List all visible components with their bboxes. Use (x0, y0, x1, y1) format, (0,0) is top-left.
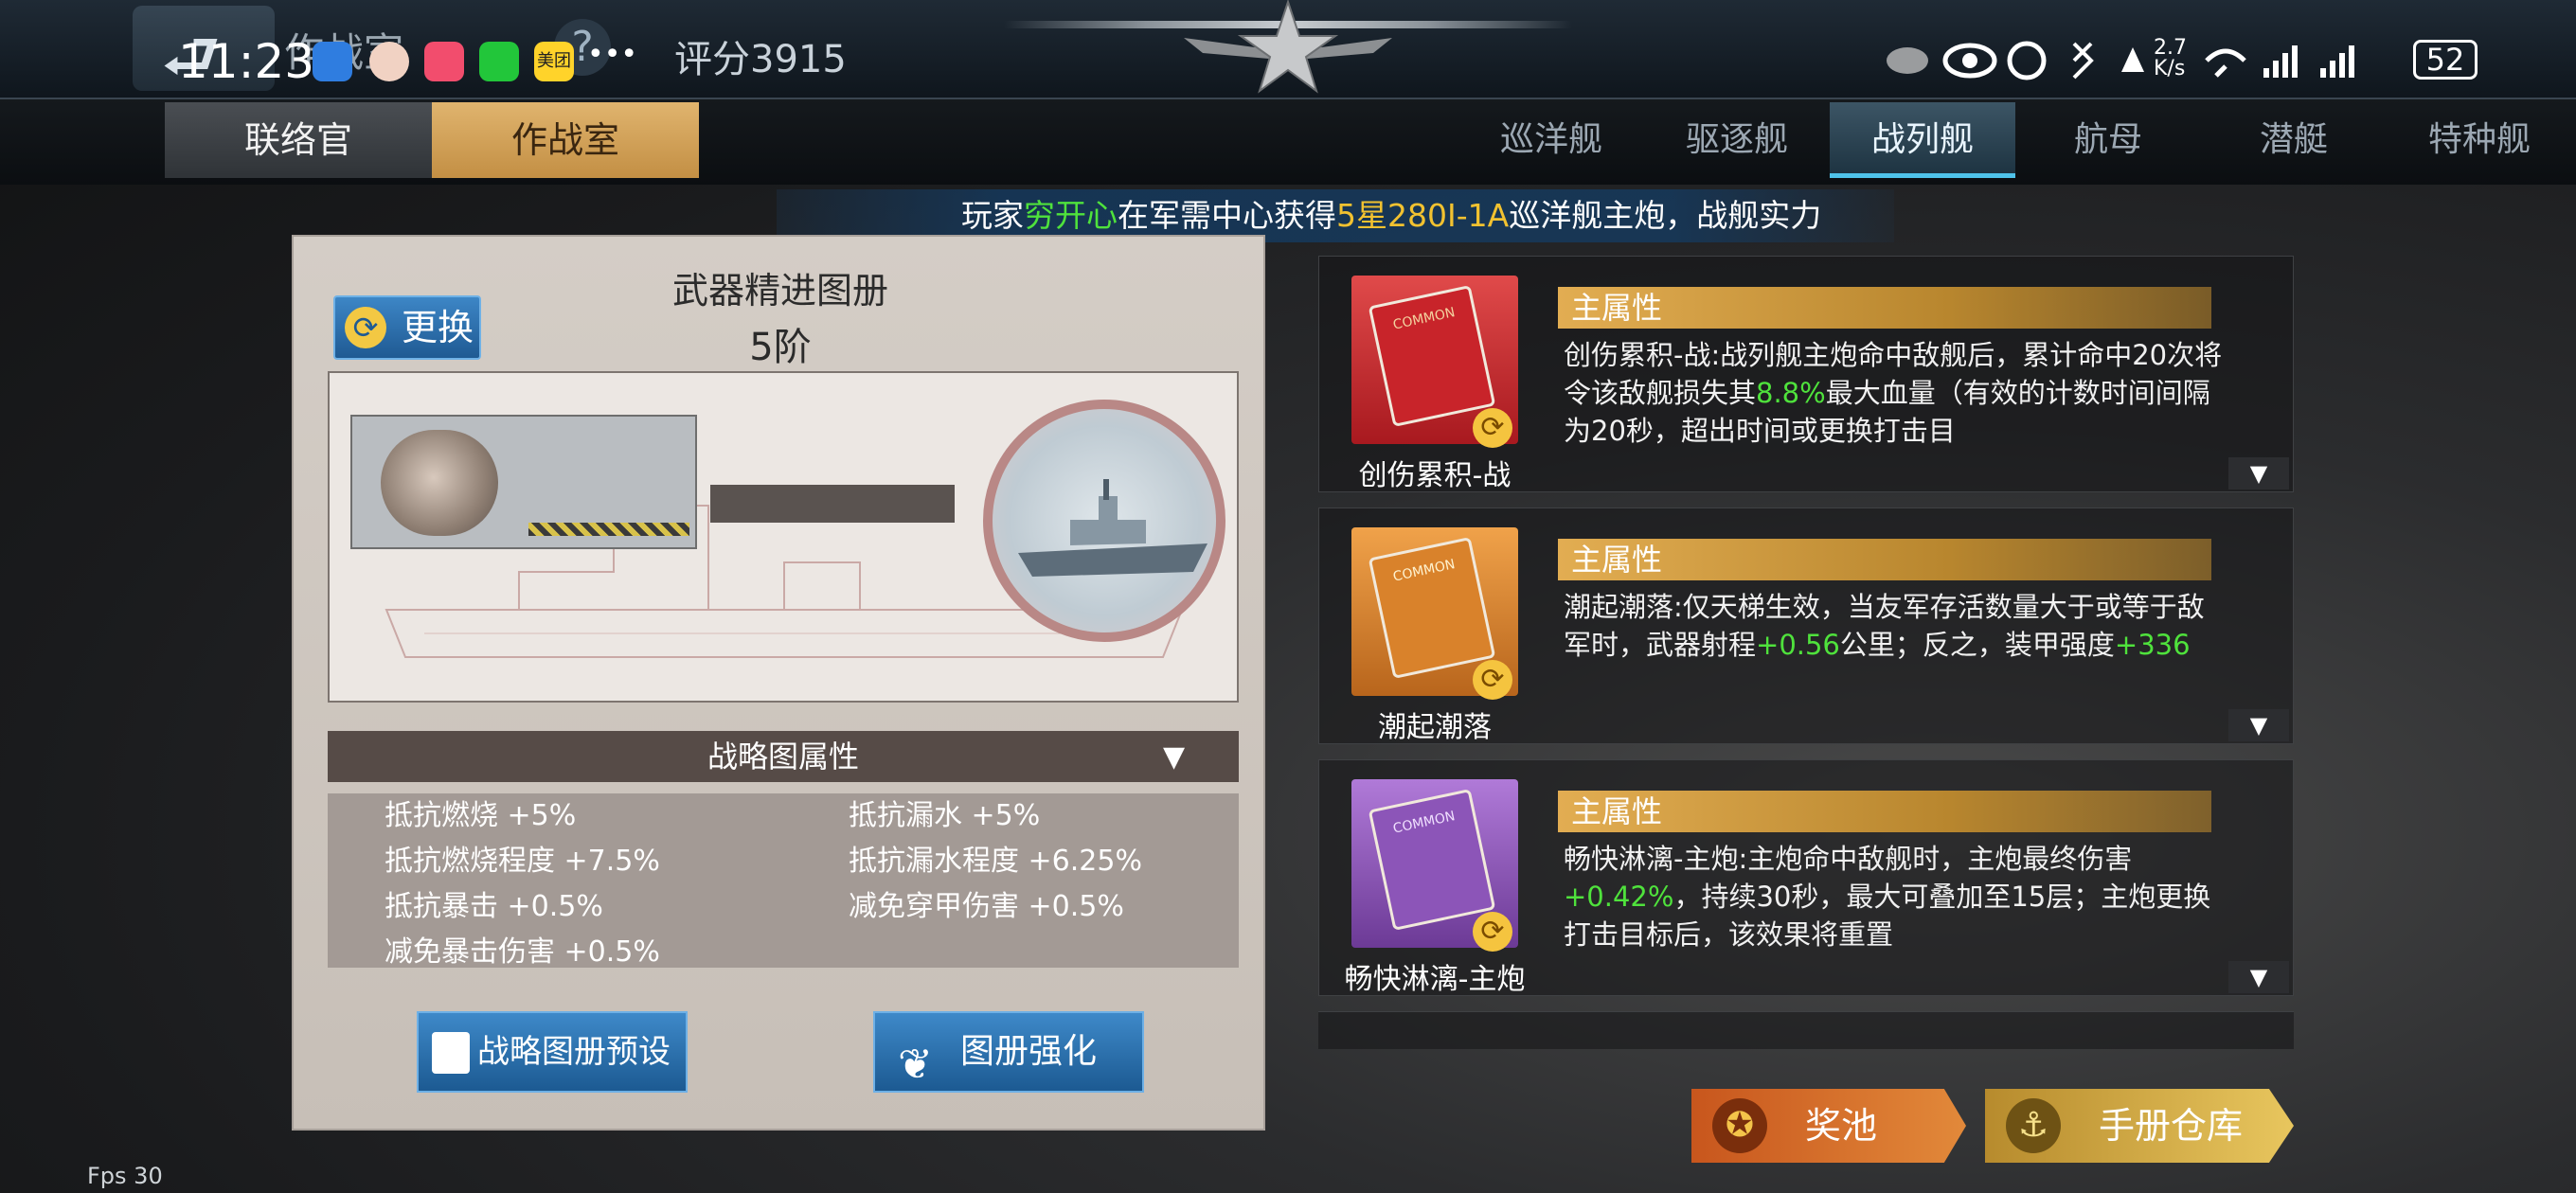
net-speed: 2.7 K/s (2154, 36, 2187, 80)
attribute-list: 抵抗燃烧 +5% 抵抗漏水 +5% 抵抗燃烧程度 +7.5% 抵抗漏水程度 +6… (328, 793, 1239, 968)
sync-icon[interactable]: ⟳ (1473, 408, 1512, 448)
tab-carrier[interactable]: 航母 (2015, 102, 2201, 178)
attribute-item: 抵抗漏水程度 +6.25% (849, 845, 1142, 878)
main-attribute-label: 主属性 (1558, 287, 2211, 329)
status-icons (1887, 41, 2354, 80)
book-cover: COMMON (1368, 536, 1496, 680)
attribute-item: 抵抗暴击 +0.5% (385, 890, 603, 923)
warehouse-icon: ⚓ (2006, 1098, 2061, 1153)
attribute-item: 减免穿甲伤害 +0.5% (849, 890, 1124, 923)
atlas-preset-button[interactable]: 战略图册预设 (417, 1011, 688, 1093)
tab-war-room[interactable]: 作战室 (432, 102, 699, 178)
attribute-header[interactable]: 战略图属性 (328, 731, 1239, 782)
medal-icon: ✪ (1712, 1098, 1767, 1153)
manual-name: 潮起潮落 (1378, 711, 1492, 744)
manual-book-purple-icon: COMMON ⟳ (1351, 779, 1518, 952)
score-label: 评分3915 (674, 38, 847, 81)
pool-label: 奖池 (1805, 1105, 1878, 1147)
expand-arrow-icon[interactable]: ▼ (2228, 709, 2289, 741)
battery-indicator: 52 (2413, 40, 2478, 80)
avatar-icon (369, 42, 409, 81)
manual-card[interactable]: COMMON ⟳ 潮起潮落 主属性 潮起潮落:仅天梯生效，当友军存活数量大于或等… (1318, 507, 2294, 744)
star-emblem-icon (1184, 0, 1392, 94)
turret-image-box (350, 415, 697, 549)
atlas-panel: 武器精进图册 5阶 ⟳ 更换 战略图属性 ▼ 抵抗燃烧 +5% 抵抗漏水 +5%… (292, 235, 1265, 1131)
manual-description: 创伤累积-战:战列舰主炮命中敌舰后，累计命中20次将令该敌舰损失其8.8%最大血… (1564, 339, 2223, 447)
wechat-icon (479, 42, 519, 81)
atlas-enhance-button[interactable]: ❦ 图册强化 (873, 1011, 1144, 1093)
fps-counter: Fps 30 (87, 1163, 163, 1189)
preset-label: 战略图册预设 (477, 1033, 671, 1071)
tab-battleship[interactable]: 战列舰 (1830, 102, 2015, 178)
attribute-item: 抵抗漏水 +5% (849, 799, 1041, 832)
app-blue-icon (313, 42, 352, 81)
sync-icon[interactable]: ⟳ (1473, 660, 1512, 700)
attribute-item: 抵抗燃烧 +5% (385, 799, 577, 832)
swap-button[interactable]: ⟳ 更换 (333, 295, 481, 360)
manual-card-partial (1318, 1011, 2294, 1049)
tab-cruiser[interactable]: 巡洋舰 (1458, 102, 1644, 178)
refresh-icon: ⟳ (345, 307, 386, 348)
dropdown-arrow-icon[interactable]: ▼ (1163, 740, 1185, 774)
manual-name: 畅快淋漓-主炮 (1344, 963, 1526, 996)
manual-description: 畅快淋漓-主炮:主炮命中敌舰时，主炮最终伤害+0.42%，持续30秒，最大可叠加… (1564, 843, 2211, 951)
attribute-item: 减免暴击伤害 +0.5% (385, 935, 660, 968)
manual-card[interactable]: COMMON ⟳ 畅快淋漓-主炮 主属性 畅快淋漓-主炮:主炮命中敌舰时，主炮最… (1318, 759, 2294, 996)
more-notifications-icon: ••• (587, 38, 638, 71)
sprout-icon: ❦ (898, 1041, 933, 1089)
swap-label: 更换 (402, 307, 474, 348)
tab-special[interactable]: 特种舰 (2387, 102, 2572, 178)
status-time: 11:23 (178, 34, 315, 89)
ship-name-bar (710, 485, 955, 523)
turret-icon (381, 430, 498, 536)
manual-name: 创伤累积-战 (1358, 459, 1512, 492)
hazard-stripe (528, 523, 689, 536)
battleship-icon (1018, 479, 1208, 577)
manual-card[interactable]: COMMON ⟳ 创伤累积-战 主属性 创伤累积-战:战列舰主炮命中敌舰后，累计… (1318, 256, 2294, 492)
manual-description: 潮起潮落:仅天梯生效，当友军存活数量大于或等于敌军时，武器射程+0.56公里；反… (1564, 591, 2205, 661)
enhance-label: 图册强化 (960, 1032, 1098, 1071)
warehouse-label: 手册仓库 (2099, 1105, 2244, 1147)
tab-liaison[interactable]: 联络官 (165, 102, 432, 178)
ship-blueprint (328, 371, 1239, 703)
manual-book-red-icon: COMMON ⟳ (1351, 276, 1518, 448)
attribute-item: 抵抗燃烧程度 +7.5% (385, 845, 660, 878)
sync-icon[interactable]: ⟳ (1473, 912, 1512, 952)
manual-book-orange-icon: COMMON ⟳ (1351, 527, 1518, 700)
tab-submarine[interactable]: 潜艇 (2201, 102, 2387, 178)
book-cover: COMMON (1368, 284, 1496, 428)
expand-arrow-icon[interactable]: ▼ (2228, 457, 2289, 490)
document-icon (432, 1032, 470, 1074)
main-attribute-label: 主属性 (1558, 539, 2211, 580)
book-cover: COMMON (1368, 788, 1496, 932)
tab-destroyer[interactable]: 驱逐舰 (1644, 102, 1830, 178)
prize-pool-button[interactable]: ✪ 奖池 (1691, 1089, 1966, 1163)
main-attribute-label: 主属性 (1558, 791, 2211, 832)
manual-warehouse-button[interactable]: ⚓ 手册仓库 (1985, 1089, 2294, 1163)
expand-arrow-icon[interactable]: ▼ (2228, 961, 2289, 993)
app-pink-icon (424, 42, 464, 81)
meituan-icon: 美团 (534, 42, 574, 81)
